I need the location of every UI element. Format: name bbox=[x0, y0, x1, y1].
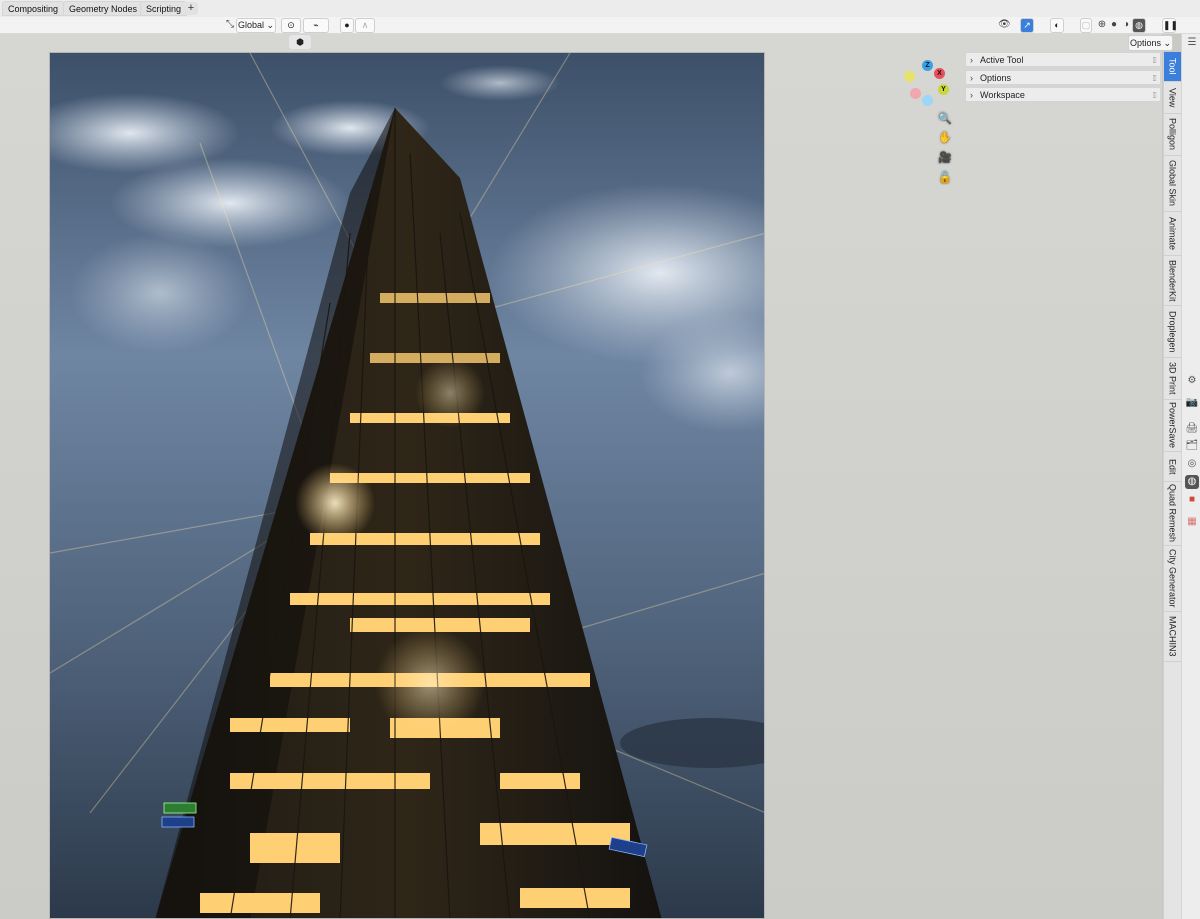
pivot-point-button[interactable]: ⊙ bbox=[281, 18, 301, 33]
lock-icon[interactable]: 🔓 bbox=[938, 171, 952, 185]
sidebar-tab-city-generator[interactable]: City Generator bbox=[1164, 546, 1181, 612]
object-properties-icon[interactable]: ■ bbox=[1185, 493, 1199, 507]
zoom-icon[interactable]: 🔍 bbox=[938, 112, 952, 126]
navigation-gizmo[interactable]: Z X Y bbox=[898, 58, 956, 110]
add-workspace-button[interactable]: + bbox=[184, 2, 198, 15]
sidebar-tab-edit[interactable]: Edit bbox=[1164, 452, 1181, 482]
camera-icon[interactable]: 🎥 bbox=[938, 151, 952, 165]
rendered-shading-button[interactable]: ◍ bbox=[1132, 18, 1146, 33]
sidebar-tab-powersave[interactable]: PowerSave bbox=[1164, 400, 1181, 452]
texture-properties-icon[interactable]: ▦ bbox=[1185, 515, 1199, 529]
view-layer-icon[interactable]: 🗂 bbox=[1185, 439, 1199, 453]
axis-x[interactable]: X bbox=[934, 68, 945, 79]
drag-handle-icon[interactable]: ⁞⁞⁞ bbox=[1152, 71, 1157, 86]
workspace-tab-bar: Compositing Geometry Nodes Scripting + bbox=[0, 0, 1200, 18]
transform-orientation-dropdown[interactable]: Global ⌄ bbox=[236, 18, 276, 33]
skyscraper-render-image bbox=[50, 53, 764, 918]
sidebar-tab-blenderkit[interactable]: BlenderKit bbox=[1164, 256, 1181, 306]
panel-options-label: Options bbox=[980, 72, 1012, 83]
sidebar-tab-quad-remesh[interactable]: Quad Remesh bbox=[1164, 482, 1181, 546]
hand-pan-icon[interactable]: ✋ bbox=[938, 131, 952, 145]
scene-properties-icon[interactable]: ◎ bbox=[1185, 457, 1199, 471]
sidebar-tab-polligon[interactable]: Polligon bbox=[1164, 114, 1181, 156]
sidebar-tabs: Tool View Polligon Global Skin Animate B… bbox=[1163, 52, 1181, 919]
header-collapse-icon[interactable]: ⬢ bbox=[289, 35, 311, 49]
overlays-button[interactable]: ◐ bbox=[1050, 18, 1064, 33]
tab-compositing[interactable]: Compositing bbox=[2, 1, 65, 16]
drag-handle-icon[interactable]: ⁞⁞⁞ bbox=[1152, 88, 1157, 103]
sidebar-tab-droplegen[interactable]: Droplegen bbox=[1164, 306, 1181, 358]
axis-neg-x[interactable] bbox=[910, 88, 921, 99]
panel-active-tool-label: Active Tool bbox=[980, 55, 1024, 65]
tool-properties-icon[interactable]: ⚙ bbox=[1185, 374, 1199, 388]
transform-orientation-label: Global bbox=[237, 20, 264, 30]
world-properties-icon[interactable]: ◍ bbox=[1185, 475, 1199, 489]
wireframe-shading-icon[interactable]: ⊕ bbox=[1096, 18, 1108, 31]
sidebar-tab-animate[interactable]: Animate bbox=[1164, 212, 1181, 256]
sidebar-tab-global-skin[interactable]: Global Skin bbox=[1164, 156, 1181, 212]
proportional-editing-button[interactable]: ● bbox=[340, 18, 354, 33]
axis-z[interactable]: Z bbox=[922, 60, 933, 71]
tab-scripting[interactable]: Scripting bbox=[140, 1, 188, 16]
axis-neg-y[interactable] bbox=[904, 71, 915, 82]
material-shading-icon[interactable]: ◑ bbox=[1120, 18, 1132, 31]
pause-render-button[interactable]: ❚❚ bbox=[1162, 18, 1178, 33]
rendered-view bbox=[49, 52, 765, 919]
transform-orientation-icon: ⤡ bbox=[226, 19, 234, 30]
panel-active-tool[interactable]: › Active Tool ⁞⁞⁞ bbox=[965, 52, 1161, 67]
panel-workspace-label: Workspace bbox=[980, 90, 1025, 100]
sidebar-tab-tool[interactable]: Tool bbox=[1164, 52, 1181, 82]
outliner-icon[interactable]: ☰ bbox=[1185, 36, 1199, 50]
sidebar-panel: › Active Tool ⁞⁞⁞ › Options ⁞⁞⁞ › Worksp… bbox=[965, 52, 1161, 105]
solid-shading-icon[interactable]: ● bbox=[1108, 18, 1120, 31]
visibility-icon[interactable]: 👁 bbox=[998, 18, 1011, 31]
chevron-right-icon: › bbox=[970, 72, 973, 83]
xray-button[interactable]: ▢ bbox=[1080, 18, 1092, 33]
chevron-right-icon: › bbox=[970, 90, 973, 100]
axis-y[interactable]: Y bbox=[938, 84, 949, 95]
chevron-right-icon: › bbox=[970, 55, 973, 65]
drag-handle-icon[interactable]: ⁞⁞⁞ bbox=[1152, 53, 1157, 68]
gizmo-toggle-button[interactable]: ↗ bbox=[1020, 18, 1034, 33]
viewport-header: ⤡ Global ⌄ ⊙ ⌁ ● ∧ 👁 ↗ ◐ ▢ ⊕ ● ◑ ◍ ❚❚ bbox=[0, 17, 1200, 34]
sidebar-tab-3d-print[interactable]: 3D Print bbox=[1164, 358, 1181, 400]
output-properties-icon[interactable]: 🖨 bbox=[1185, 422, 1199, 436]
panel-workspace[interactable]: › Workspace ⁞⁞⁞ bbox=[965, 87, 1161, 102]
sidebar-tab-view[interactable]: View bbox=[1164, 82, 1181, 114]
falloff-button[interactable]: ∧ bbox=[355, 18, 375, 33]
panel-options[interactable]: › Options ⁞⁞⁞ bbox=[965, 69, 1161, 86]
render-properties-icon[interactable]: 📷 bbox=[1185, 396, 1199, 410]
tab-geometry-nodes[interactable]: Geometry Nodes bbox=[63, 1, 144, 16]
options-dropdown[interactable]: Options ⌄ bbox=[1128, 35, 1173, 51]
sidebar-tab-machin3[interactable]: MACHIN3 bbox=[1164, 612, 1181, 662]
axis-neg-z[interactable] bbox=[922, 95, 933, 106]
options-label: Options bbox=[1129, 38, 1161, 48]
snapping-button[interactable]: ⌁ bbox=[303, 18, 329, 33]
properties-icon-strip: ☰ ⚙ 📷 🖨 🗂 ◎ ◍ ■ ▦ bbox=[1181, 34, 1200, 919]
